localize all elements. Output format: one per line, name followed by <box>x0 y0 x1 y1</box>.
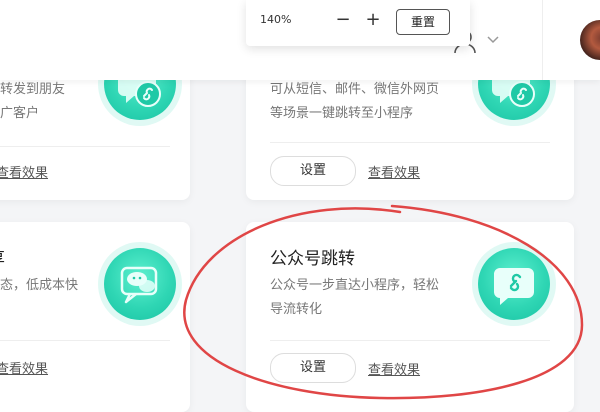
card-title: 公众号跳转 <box>270 249 355 269</box>
view-effect-link[interactable]: 查看效果 <box>368 162 420 181</box>
zoom-level: 140% <box>260 13 292 26</box>
card-divider <box>270 340 550 341</box>
card-desc-line1: 可从短信、邮件、微信外网页 <box>270 82 440 97</box>
zoom-in-button[interactable]: + <box>364 9 382 31</box>
card-desc-line1: 态，低成本快 <box>0 278 79 293</box>
zoom-out-button[interactable]: − <box>334 9 352 31</box>
zoom-control-popup: 140% − + 重置 <box>246 0 470 46</box>
card-share: 享 态，低成本快 查看效果 <box>0 222 190 412</box>
header-divider <box>542 0 543 80</box>
card-divider <box>0 340 170 341</box>
view-effect-link[interactable]: 查看效果 <box>368 359 420 378</box>
card-desc-line2: 等场景一键跳转至小程序 <box>270 106 414 121</box>
card-desc-line2: 导流转化 <box>270 302 323 317</box>
chevron-down-icon[interactable] <box>486 32 500 46</box>
card-title: 享 <box>0 244 5 269</box>
card-divider <box>270 142 550 143</box>
view-effect-link[interactable]: 查看效果 <box>0 358 48 377</box>
card-desc-line1: 转发到朋友 <box>0 82 66 97</box>
view-effect-link[interactable]: 查看效果 <box>0 162 48 181</box>
zoom-reset-button[interactable]: 重置 <box>396 9 450 35</box>
card-official-account-jump: 公众号跳转 公众号一步直达小程序，轻松 导流转化 设置 查看效果 <box>246 222 574 412</box>
card-desc-line2: 广客户 <box>0 106 40 121</box>
link-chat-icon <box>478 248 550 320</box>
card-divider <box>0 146 170 147</box>
avatar[interactable] <box>580 20 600 60</box>
card-desc-line1: 公众号一步直达小程序，轻松 <box>270 278 440 293</box>
wechat-icon <box>104 248 176 320</box>
settings-button[interactable]: 设置 <box>270 156 356 186</box>
settings-button[interactable]: 设置 <box>270 353 356 383</box>
